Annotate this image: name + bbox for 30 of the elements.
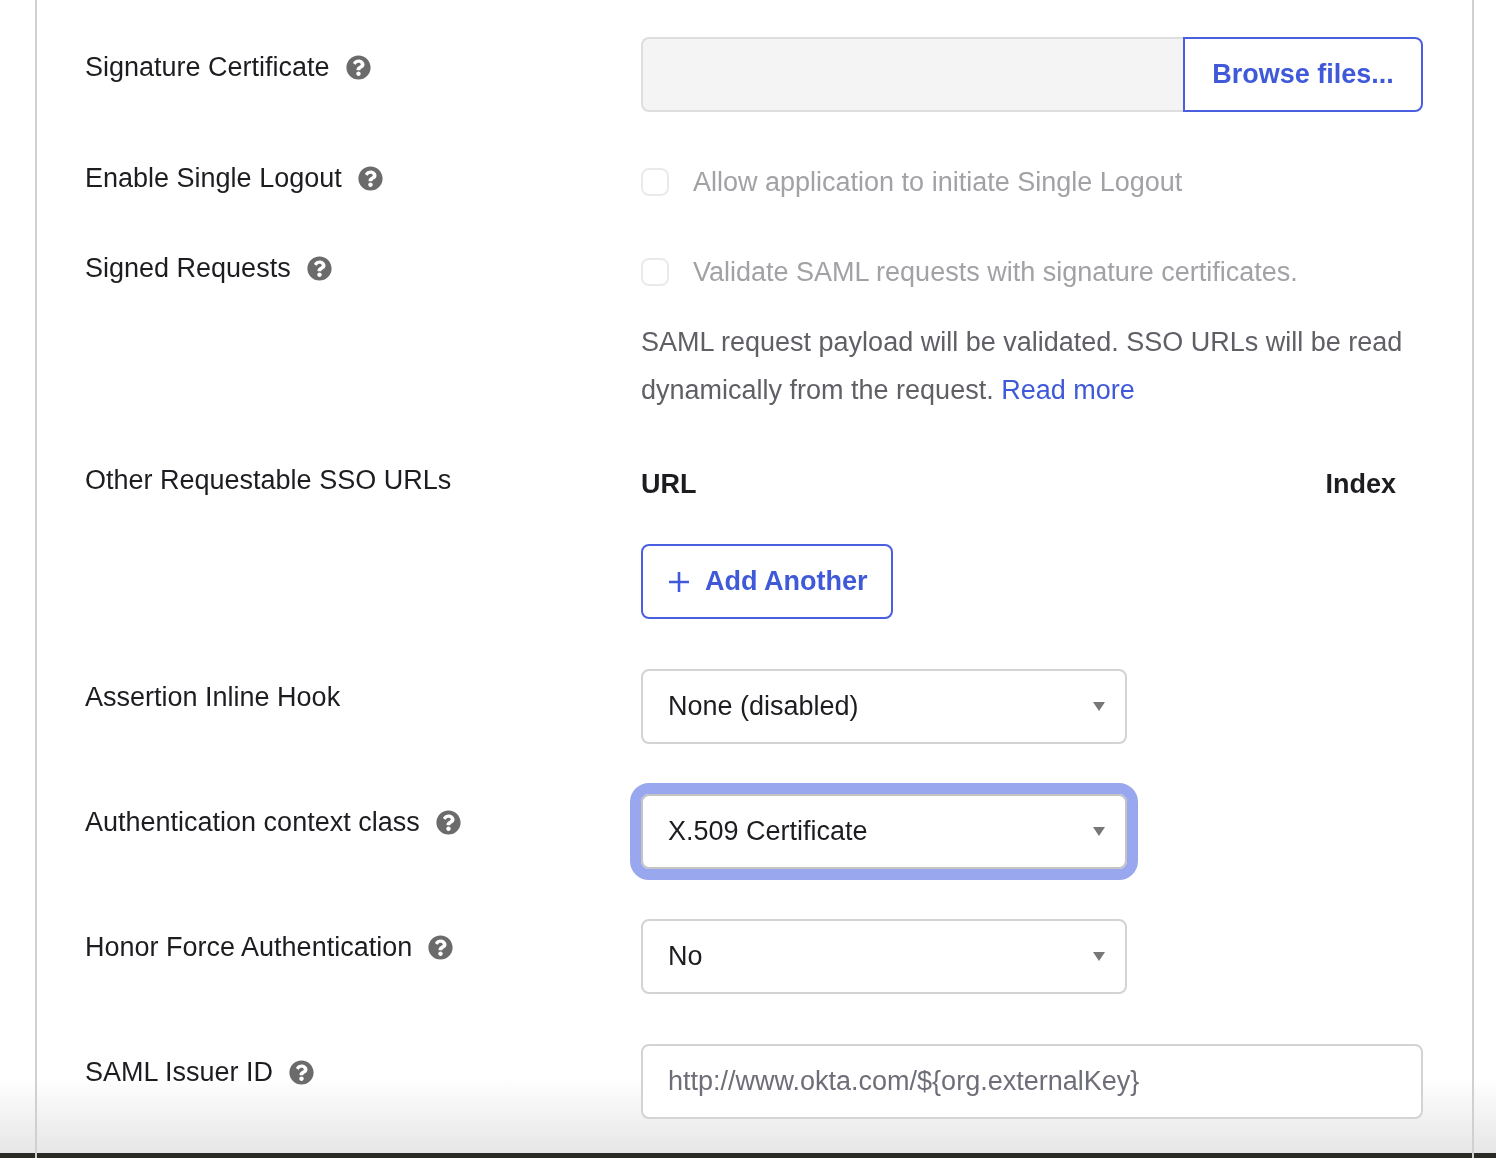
field-label: Assertion Inline Hook xyxy=(85,681,341,714)
plus-icon xyxy=(667,569,691,594)
field-label: Other Requestable SSO URLs xyxy=(85,464,452,497)
help-icon[interactable] xyxy=(357,165,383,191)
help-icon[interactable] xyxy=(306,255,332,281)
issuer-id-field[interactable]: http://www.okta.com/${org.externalKey} xyxy=(641,1044,1423,1119)
select-dropdown[interactable]: No xyxy=(641,919,1127,994)
read-more-link[interactable]: Read more xyxy=(1001,375,1135,405)
field-label: SAML Issuer ID xyxy=(85,1056,274,1089)
column-header: Index xyxy=(1325,468,1396,500)
select-dropdown[interactable]: None (disabled) xyxy=(641,669,1127,744)
file-field[interactable] xyxy=(641,37,1183,112)
caret-icon xyxy=(1093,952,1105,961)
caret-icon xyxy=(1093,827,1105,836)
description-text: SAML request payload will be validated. SSO URLs will be read dynamically from the request. Read more xyxy=(641,326,1404,407)
field-label: Enable Single Logout xyxy=(85,162,342,195)
add-another-button[interactable]: Add Another xyxy=(641,544,894,619)
help-icon[interactable] xyxy=(428,934,454,960)
browse-files-button[interactable]: Browse files... xyxy=(1183,37,1423,112)
help-icon[interactable] xyxy=(289,1059,315,1085)
checkbox-label: Allow application to initiate Single Logout xyxy=(693,166,1183,198)
help-icon[interactable] xyxy=(345,54,371,80)
caret-icon xyxy=(1093,702,1105,711)
column-header: URL xyxy=(641,468,697,500)
field-label: Signature Certificate xyxy=(85,51,330,84)
checkbox-label: Validate SAML requests with signature certificates. xyxy=(693,256,1298,288)
field-label: Honor Force Authentication xyxy=(85,931,413,964)
field-label: Authentication context class xyxy=(85,806,420,839)
field-label: Signed Requests xyxy=(85,252,291,285)
help-icon[interactable] xyxy=(435,809,461,835)
